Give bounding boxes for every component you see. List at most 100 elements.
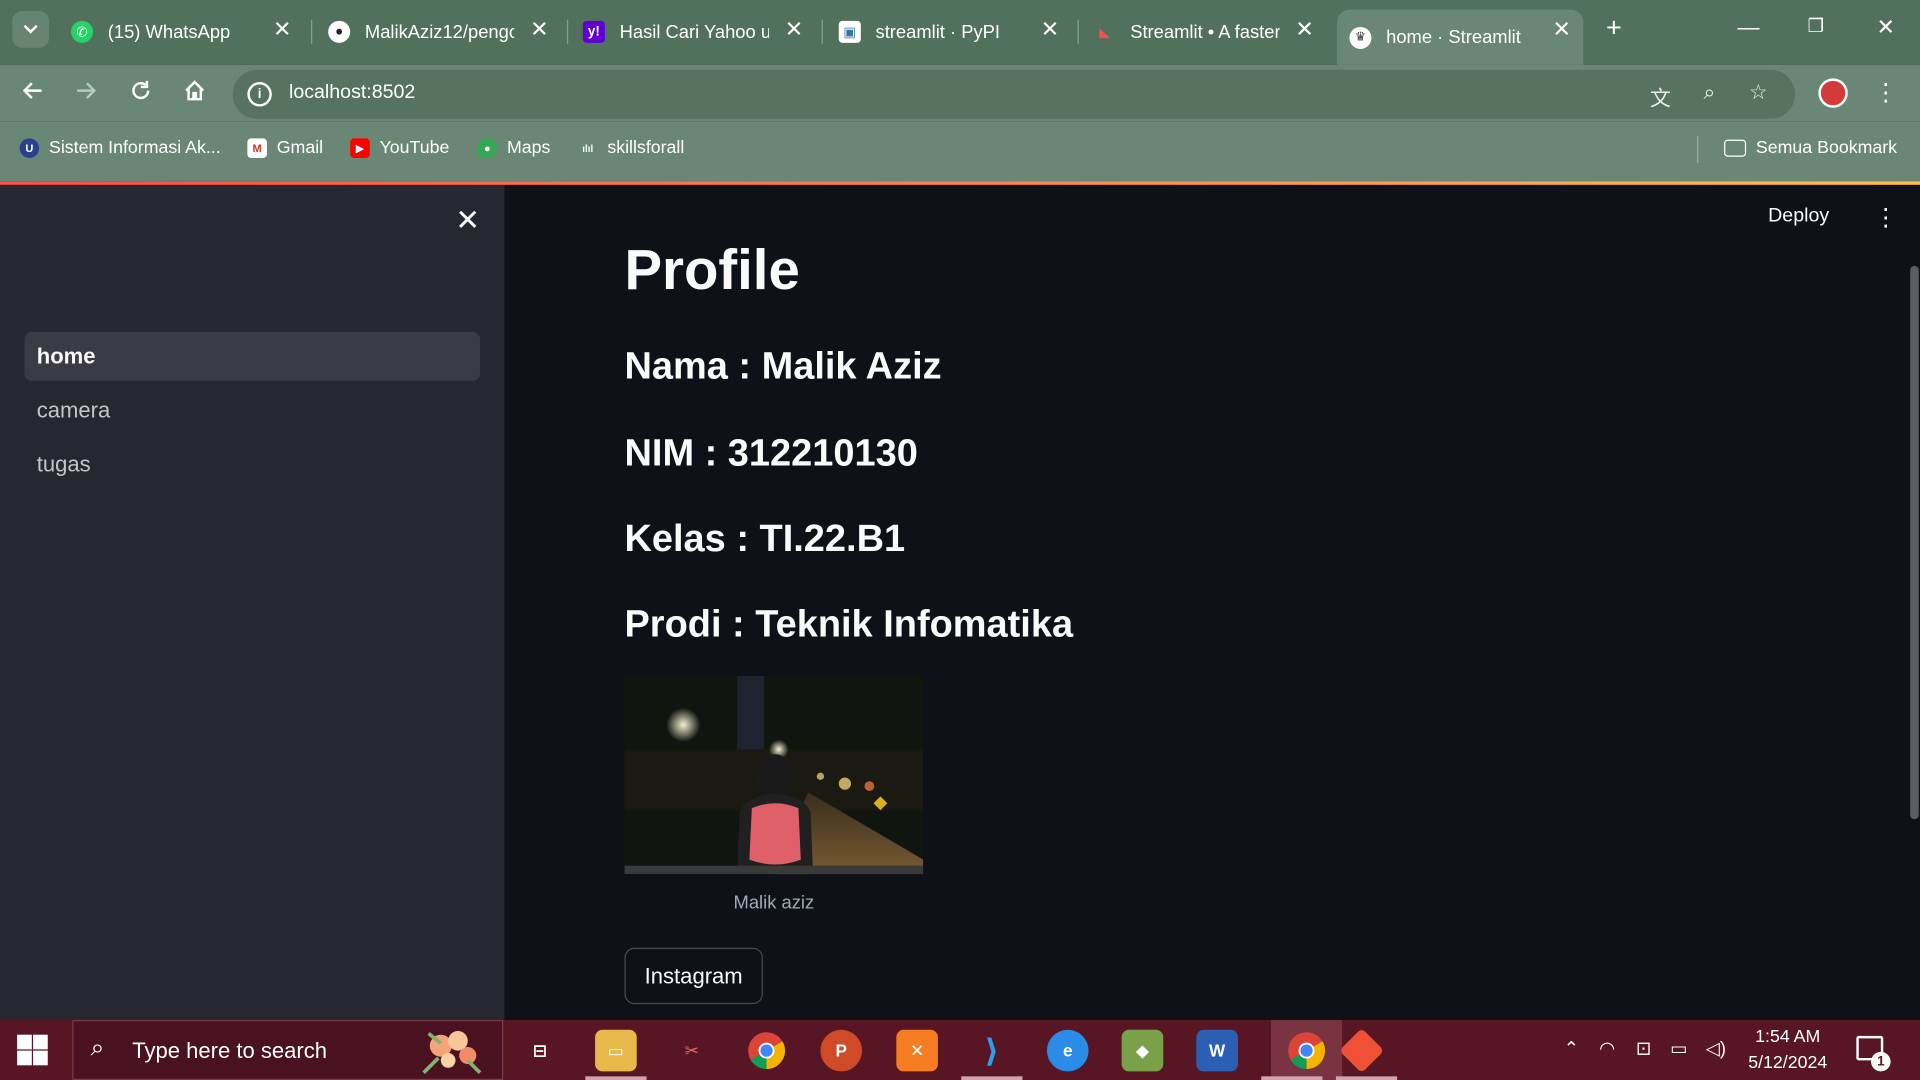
tab-pypi[interactable]: ▣ streamlit · PyPI ✕ bbox=[827, 10, 1072, 54]
home-button[interactable] bbox=[178, 77, 212, 111]
instagram-button[interactable]: Instagram bbox=[624, 947, 763, 1005]
running-indicator bbox=[961, 1076, 1023, 1080]
wifi-icon[interactable]: ◠ bbox=[1599, 1037, 1615, 1059]
tab-whatsapp[interactable]: ✆ (15) WhatsApp ✕ bbox=[59, 10, 304, 54]
tab-divider bbox=[311, 19, 313, 45]
tab-title: MalikAziz12/pengolahan bbox=[364, 21, 514, 43]
system-clock[interactable]: 1:54 AM 5/12/2024 bbox=[1739, 1025, 1837, 1076]
start-button[interactable] bbox=[17, 1034, 49, 1067]
youtube-icon: ▶ bbox=[350, 138, 370, 158]
snipping-tool-icon[interactable]: ✂ bbox=[671, 1030, 713, 1072]
browser-tab-strip: ✆ (15) WhatsApp ✕ ● MalikAziz12/pengolah… bbox=[0, 0, 1920, 65]
bookmark-star-icon[interactable]: ☆ bbox=[1744, 81, 1773, 105]
browser-menu-icon[interactable]: ⋮ bbox=[1873, 77, 1897, 108]
bookmarks-divider bbox=[1697, 135, 1699, 163]
word-icon[interactable]: W bbox=[1196, 1029, 1238, 1072]
close-sidebar-icon[interactable]: ✕ bbox=[453, 203, 482, 239]
new-tab-button[interactable]: + bbox=[1599, 13, 1628, 42]
tab-github[interactable]: ● MalikAziz12/pengolahan ✕ bbox=[316, 10, 561, 54]
bookmark-label: YouTube bbox=[379, 138, 450, 158]
scrollbar[interactable] bbox=[1910, 265, 1919, 820]
all-bookmarks-button[interactable]: Semua Bookmark bbox=[1724, 138, 1897, 158]
main-menu-icon[interactable]: ⋮ bbox=[1873, 202, 1897, 233]
close-icon[interactable]: ✕ bbox=[1553, 17, 1571, 43]
close-icon[interactable]: ✕ bbox=[273, 17, 291, 43]
streamlit-crown-icon: ♛ bbox=[1349, 26, 1372, 49]
screen: ✆ (15) WhatsApp ✕ ● MalikAziz12/pengolah… bbox=[0, 0, 1920, 1080]
tab-title: Hasil Cari Yahoo untuk bbox=[619, 21, 769, 43]
chrome-active-icon[interactable] bbox=[1271, 1020, 1343, 1080]
url-text[interactable]: localhost:8502 bbox=[289, 82, 415, 104]
reload-button[interactable] bbox=[124, 77, 158, 111]
deploy-button[interactable]: Deploy bbox=[1768, 206, 1829, 228]
profile-name: Nama : Malik Aziz bbox=[624, 344, 942, 387]
translate-icon[interactable]: 文 bbox=[1646, 81, 1675, 112]
bookmarks-bar: U Sistem Informasi Ak... M Gmail ▶ YouTu… bbox=[0, 121, 1920, 182]
main-content: Deploy ⋮ Profile Nama : Malik Aziz NIM :… bbox=[504, 184, 1920, 1021]
zoom-icon[interactable]: ⌕ bbox=[1695, 81, 1724, 105]
restore-button[interactable]: ❐ bbox=[1798, 15, 1835, 37]
profile-study-program: Prodi : Teknik Infomatika bbox=[624, 602, 1074, 646]
task-view-icon[interactable]: ⊟ bbox=[519, 1030, 561, 1072]
close-window-button[interactable]: ✕ bbox=[1867, 15, 1904, 41]
xampp-icon[interactable]: ✕ bbox=[896, 1029, 938, 1072]
search-icon: ⌕ bbox=[90, 1034, 105, 1062]
close-icon[interactable]: ✕ bbox=[1295, 17, 1313, 43]
pypi-icon: ▣ bbox=[838, 20, 861, 43]
battery-icon[interactable]: ▭ bbox=[1670, 1037, 1687, 1059]
streamlit-sidebar: ✕ home camera tugas bbox=[0, 184, 505, 1021]
tab-search-button[interactable] bbox=[12, 11, 49, 48]
close-icon[interactable]: ✕ bbox=[530, 17, 548, 43]
bookmark-item[interactable]: M Gmail bbox=[247, 138, 323, 158]
github-icon: ● bbox=[328, 20, 351, 43]
minimize-button[interactable]: — bbox=[1730, 15, 1767, 41]
search-placeholder: Type here to search bbox=[132, 1038, 328, 1063]
flowers-decoration-icon bbox=[422, 1031, 482, 1074]
info-icon[interactable]: i bbox=[247, 82, 272, 107]
tab-streamlit-site[interactable]: ◣ Streamlit • A faster way ✕ bbox=[1081, 10, 1326, 54]
profile-avatar[interactable] bbox=[1818, 78, 1848, 108]
clock-time: 1:54 AM bbox=[1755, 1027, 1821, 1047]
close-icon[interactable]: ✕ bbox=[785, 17, 803, 43]
taskbar-search-box[interactable]: ⌕ Type here to search bbox=[72, 1020, 504, 1080]
volume-icon[interactable]: ◁) bbox=[1706, 1037, 1726, 1059]
windows-taskbar: ⌕ Type here to search ⊟ ▭ ✂ P ✕ ⟩ e ◆ W bbox=[0, 1020, 1920, 1080]
bookmark-item[interactable]: ▶ YouTube bbox=[350, 138, 449, 158]
clock-date: 5/12/2024 bbox=[1748, 1053, 1828, 1073]
tab-title: (15) WhatsApp bbox=[107, 21, 231, 43]
edge-icon[interactable]: e bbox=[1046, 1029, 1089, 1072]
all-bookmarks-label: Semua Bookmark bbox=[1755, 138, 1898, 158]
tab-title: home · Streamlit bbox=[1386, 26, 1521, 48]
page-title: Profile bbox=[624, 237, 800, 302]
bookmark-item[interactable]: U Sistem Informasi Ak... bbox=[19, 138, 221, 158]
app-icon[interactable]: ◆ bbox=[1121, 1029, 1164, 1072]
university-icon: U bbox=[19, 138, 40, 158]
browser-toolbar: i localhost:8502 文 ⌕ ☆ ⋮ bbox=[0, 64, 1920, 122]
bookmark-label: Maps bbox=[506, 138, 551, 158]
tab-title: Streamlit • A faster way bbox=[1130, 21, 1280, 43]
sidebar-item-home[interactable]: home bbox=[24, 331, 481, 381]
bookmark-item[interactable]: ● Maps bbox=[477, 138, 551, 158]
close-icon[interactable]: ✕ bbox=[1041, 17, 1059, 43]
whatsapp-icon: ✆ bbox=[71, 20, 94, 43]
meet-now-icon[interactable]: ⊡ bbox=[1636, 1037, 1651, 1059]
bookmark-item[interactable]: ılıl skillsforall bbox=[578, 138, 684, 158]
powerpoint-icon[interactable]: P bbox=[820, 1029, 863, 1072]
back-button[interactable] bbox=[16, 77, 50, 111]
forward-button[interactable] bbox=[69, 77, 103, 111]
windows-logo-icon bbox=[17, 1050, 32, 1066]
tab-divider bbox=[821, 19, 823, 45]
show-hidden-icons-icon[interactable]: ⌃ bbox=[1564, 1037, 1579, 1059]
running-indicator bbox=[585, 1076, 647, 1080]
tab-divider bbox=[566, 19, 569, 45]
git-icon[interactable] bbox=[1339, 1028, 1385, 1074]
vscode-icon[interactable]: ⟩ bbox=[971, 1030, 1013, 1072]
file-explorer-icon[interactable]: ▭ bbox=[595, 1029, 637, 1072]
photo-caption: Malik aziz bbox=[733, 892, 815, 914]
tab-home-streamlit[interactable]: ♛ home · Streamlit ✕ bbox=[1337, 9, 1584, 65]
tab-yahoo[interactable]: y! Hasil Cari Yahoo untuk ✕ bbox=[571, 10, 816, 54]
sidebar-item-camera[interactable]: camera bbox=[24, 386, 480, 435]
sidebar-item-tugas[interactable]: tugas bbox=[24, 440, 480, 489]
address-bar[interactable]: i localhost:8502 文 ⌕ ☆ bbox=[232, 69, 1796, 119]
chrome-icon[interactable] bbox=[746, 1030, 788, 1072]
